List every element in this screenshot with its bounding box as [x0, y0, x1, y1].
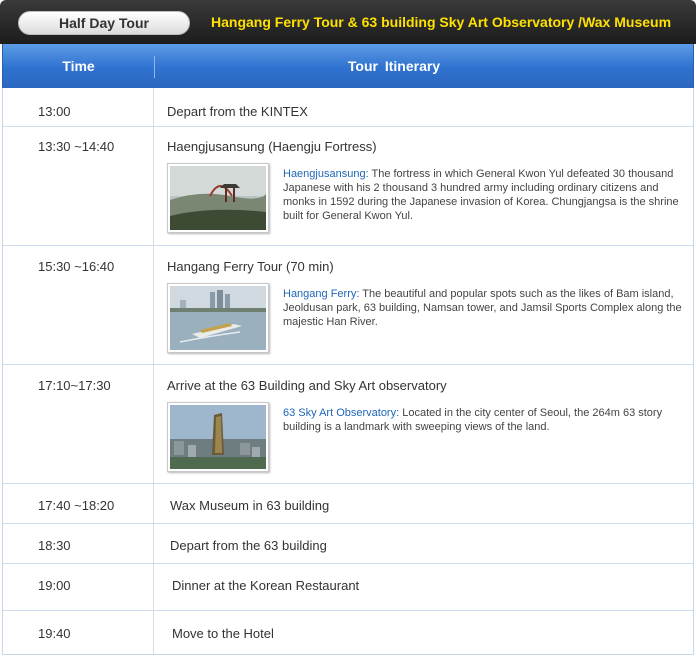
- description-highlight: Hangang Ferry:: [283, 288, 360, 300]
- time-cell: 15:30 ~16:40: [3, 246, 154, 364]
- tour-itinerary-panel: Half Day Tour Hangang Ferry Tour & 63 bu…: [0, 0, 696, 657]
- table-row: 18:30 Depart from the 63 building: [3, 524, 693, 564]
- table-row: 19:40 Move to the Hotel: [3, 611, 693, 654]
- time-column-header: Time: [62, 58, 95, 74]
- event-description: Hangang Ferry: The beautiful and popular…: [283, 287, 683, 329]
- itinerary-cell: Wax Museum in 63 building: [155, 484, 693, 523]
- table-row: 19:00 Dinner at the Korean Restaurant: [3, 564, 693, 611]
- tour-title: Hangang Ferry Tour & 63 building Sky Art…: [211, 14, 672, 30]
- fortress-pavilion-photo: [167, 163, 269, 233]
- title-bar: Half Day Tour Hangang Ferry Tour & 63 bu…: [0, 0, 696, 44]
- event-title: Wax Museum in 63 building: [170, 498, 330, 513]
- event-title: Arrive at the 63 Building and Sky Art ob…: [167, 378, 447, 393]
- table-row: 15:30 ~16:40 Hangang Ferry Tour (70 min): [3, 246, 693, 365]
- event-description: Haengjusansung: The fortress in which Ge…: [283, 167, 683, 223]
- time-cell: 13:30 ~14:40: [3, 127, 154, 245]
- itinerary-cell: Arrive at the 63 Building and Sky Art ob…: [155, 365, 693, 483]
- table-row: 13:00 Depart from the KINTEX: [3, 88, 693, 127]
- time-cell: 18:30: [3, 524, 154, 563]
- ferry-on-river-photo: [167, 283, 269, 353]
- table-header: Time Tour Itinerary: [2, 44, 694, 88]
- time-cell: 19:00: [3, 564, 154, 610]
- itinerary-cell: Move to the Hotel: [155, 611, 693, 654]
- description-highlight: 63 Sky Art Observatory:: [283, 407, 400, 419]
- event-title: Dinner at the Korean Restaurant: [172, 578, 360, 593]
- description-highlight: Haengjusansung:: [283, 168, 369, 180]
- time-cell: 17:10~17:30: [3, 365, 154, 483]
- table-row: 13:30 ~14:40 Haengjusansung (Haengju For…: [3, 127, 693, 246]
- itinerary-cell: Dinner at the Korean Restaurant: [155, 564, 693, 610]
- table-row: 17:10~17:30 Arrive at the 63 Building an…: [3, 365, 693, 484]
- itinerary-cell: Haengjusansung (Haengju Fortress) Haengj…: [155, 127, 693, 245]
- half-day-tour-badge: Half Day Tour: [18, 11, 190, 35]
- event-title: Hangang Ferry Tour (70 min): [167, 259, 334, 274]
- table-row: 17:40 ~18:20 Wax Museum in 63 building: [3, 484, 693, 524]
- time-cell: 13:00: [3, 88, 154, 126]
- itinerary-cell: Depart from the KINTEX: [155, 88, 693, 126]
- 63-building-skyline-photo: [167, 402, 269, 472]
- event-title: Depart from the 63 building: [170, 538, 327, 553]
- event-description: 63 Sky Art Observatory: Located in the c…: [283, 406, 683, 434]
- event-title: Move to the Hotel: [172, 626, 274, 641]
- event-title: Haengjusansung (Haengju Fortress): [167, 139, 377, 154]
- itinerary-column-header: Tour Itinerary: [347, 58, 441, 74]
- itinerary-cell: Hangang Ferry Tour (70 min) Hangang Ferr…: [155, 246, 693, 364]
- time-cell: 17:40 ~18:20: [3, 484, 154, 523]
- time-cell: 19:40: [3, 611, 154, 654]
- event-title: Depart from the KINTEX: [167, 104, 308, 119]
- itinerary-table: 13:00 Depart from the KINTEX 13:30 ~14:4…: [2, 88, 694, 655]
- itinerary-cell: Depart from the 63 building: [155, 524, 693, 563]
